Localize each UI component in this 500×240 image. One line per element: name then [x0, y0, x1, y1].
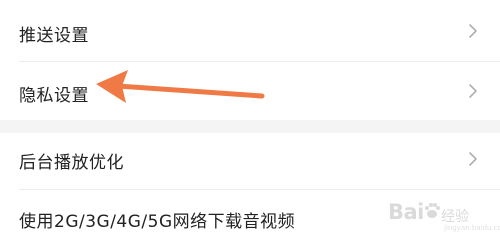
paw-icon [425, 203, 440, 218]
watermark-url: jingyan.baidu.com [444, 224, 500, 232]
chevron-right-icon [469, 24, 477, 38]
privacy-settings-label: 隐私设置 [19, 86, 89, 106]
watermark-brand-rest: 经验 [441, 209, 469, 225]
section-gap [0, 120, 500, 133]
privacy-settings-row[interactable]: 隐私设置 [0, 62, 500, 120]
push-settings-row[interactable]: 推送设置 [0, 0, 500, 62]
chevron-right-icon [469, 84, 477, 98]
push-settings-label: 推送设置 [19, 26, 89, 46]
mobile-network-download-label: 使用2G/3G/4G/5G网络下载音视频 [19, 212, 296, 232]
watermark-brand: Bai [388, 200, 424, 224]
background-playback-row[interactable]: 后台播放优化 [0, 133, 500, 189]
baidu-jingyan-watermark: Bai 经验 jingyan.baidu.com [388, 196, 500, 236]
background-playback-label: 后台播放优化 [19, 153, 124, 173]
chevron-right-icon [469, 152, 477, 166]
